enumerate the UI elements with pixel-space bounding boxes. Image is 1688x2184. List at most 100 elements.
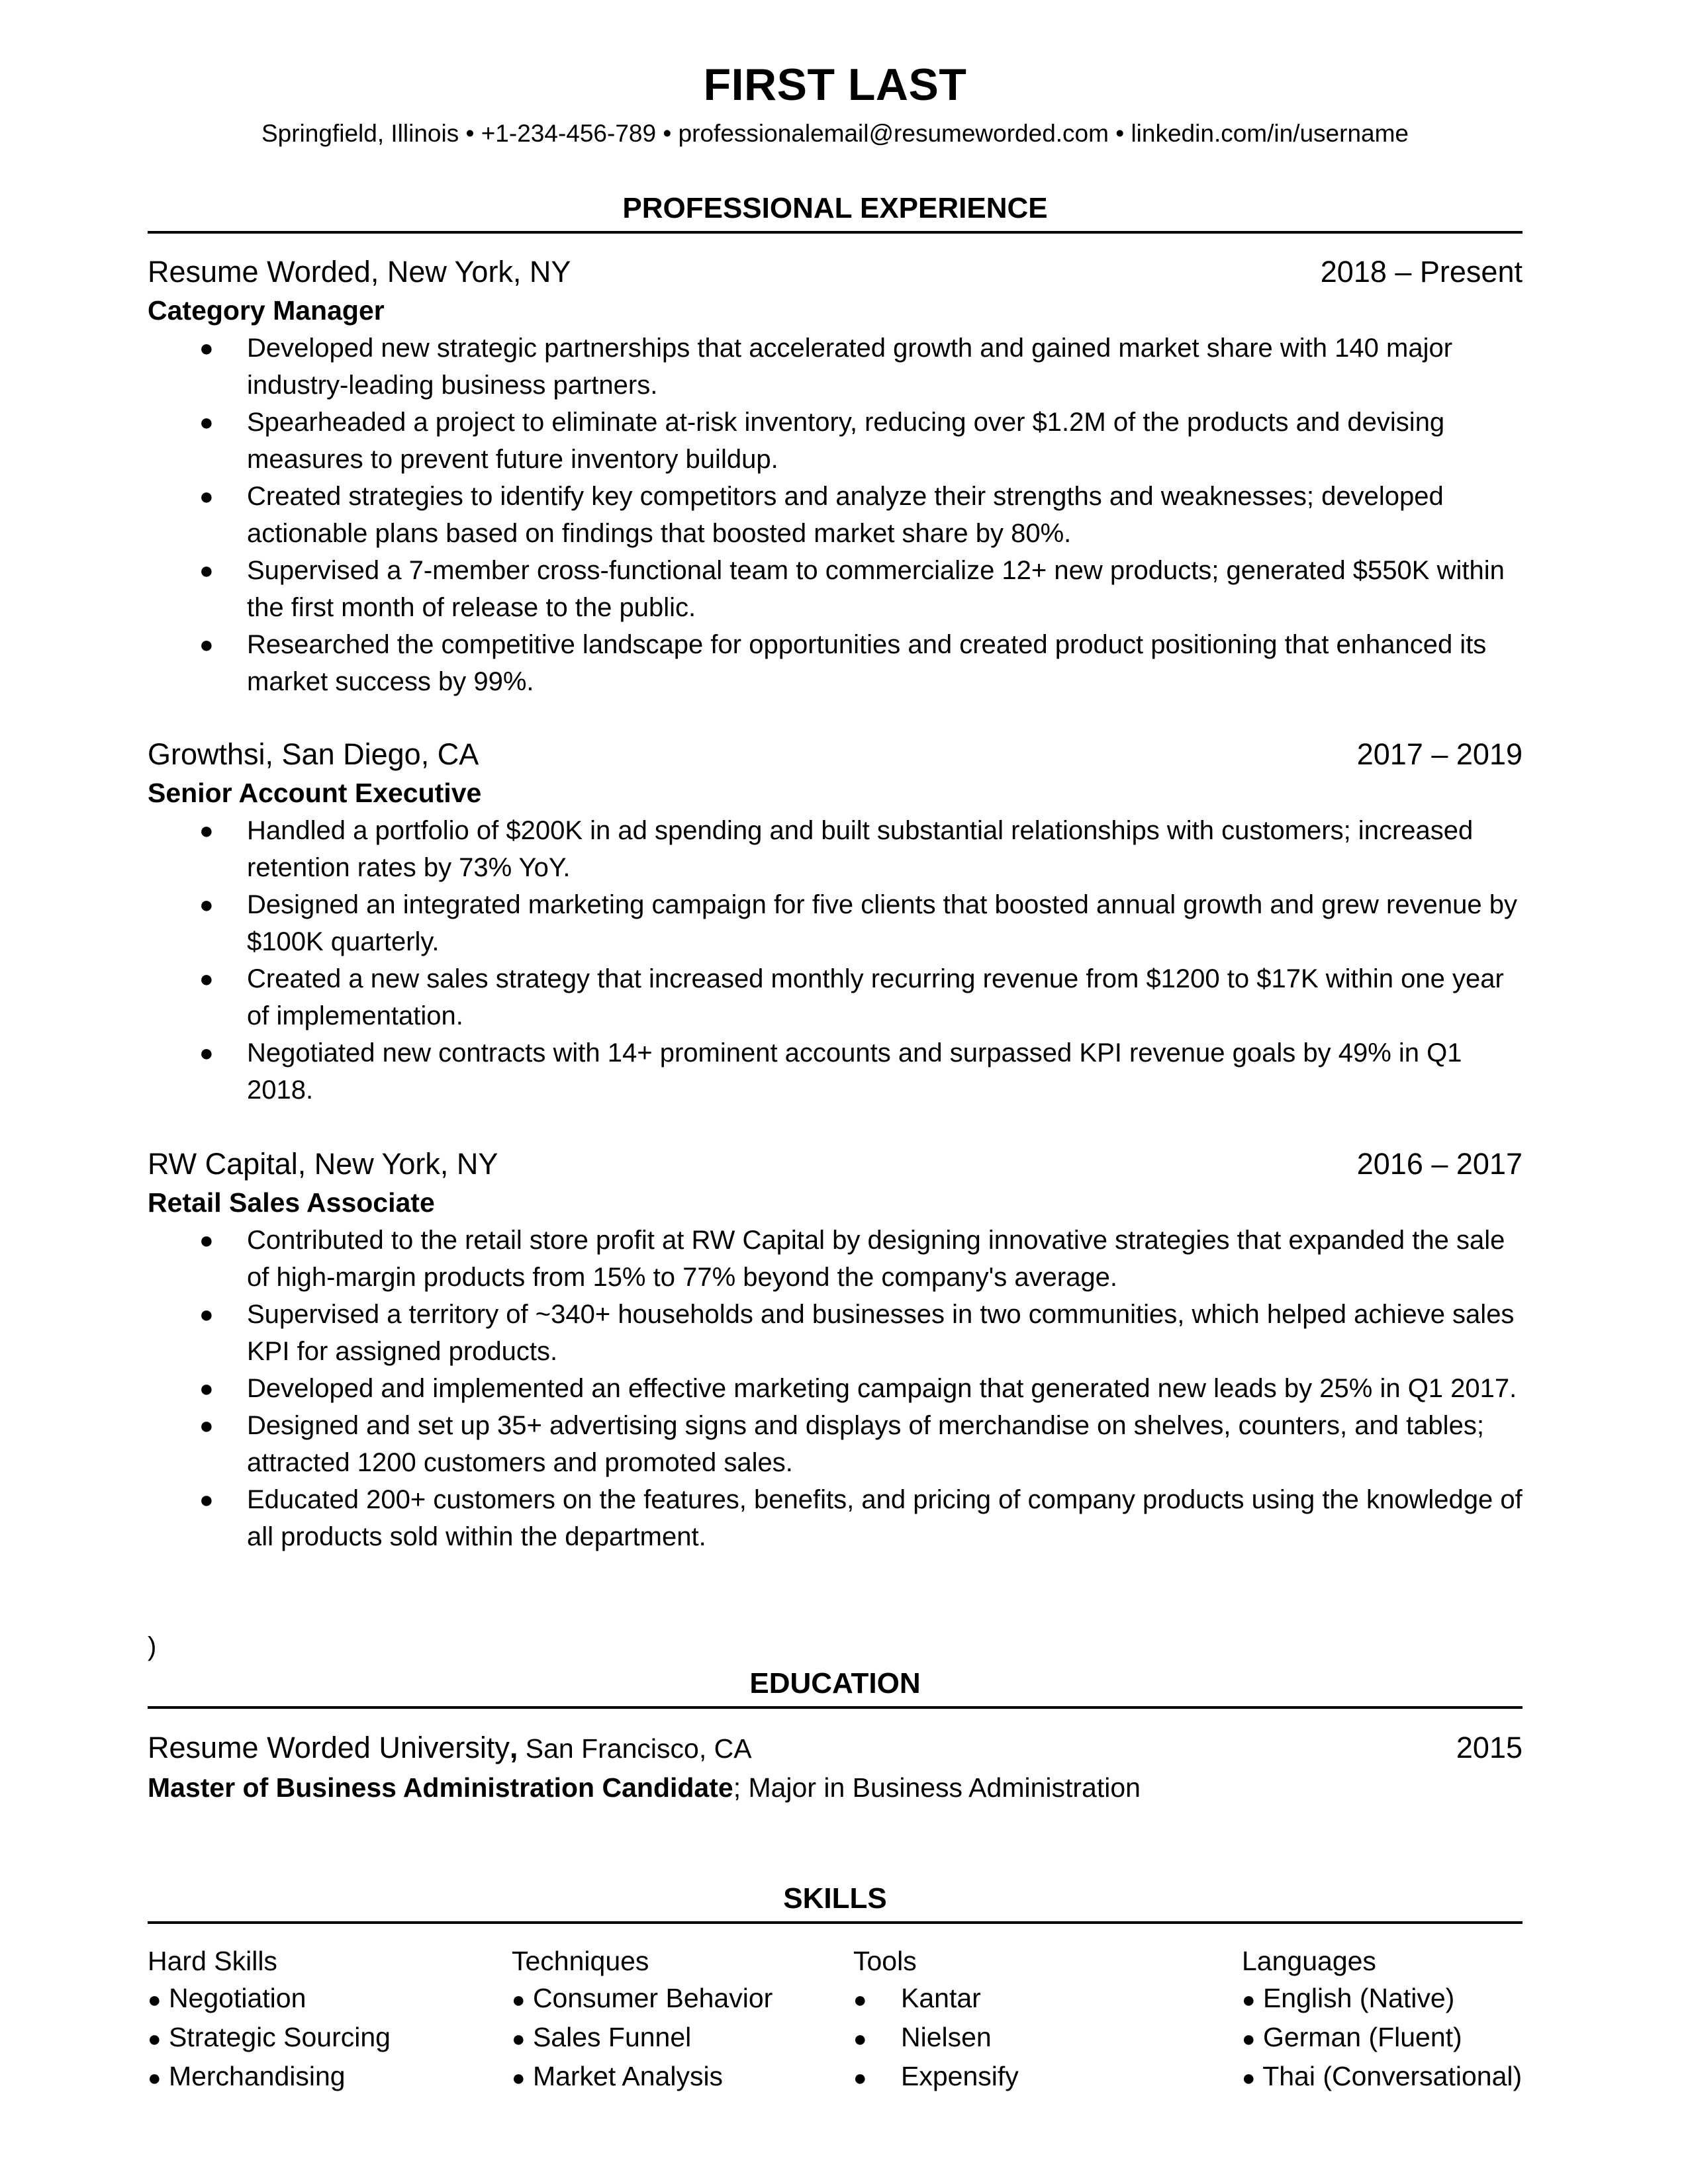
bullet-item: ● Created a new sales strategy that incre… <box>148 960 1523 1034</box>
skill-item: ● English (Native) <box>1242 1979 1522 2019</box>
section-title-experience: PROFESSIONAL EXPERIENCE <box>622 192 1048 224</box>
section-divider <box>148 231 1523 234</box>
skill-item: ● Negotiation <box>148 1979 391 2019</box>
skills-column-hard-skills: Hard Skills ● Negotiation ● Strategic So… <box>148 1942 391 2097</box>
bullet-icon: ● <box>512 2066 526 2091</box>
skills-column-tools: Tools ● Kantar ● Nielsen ● Expensify <box>853 1942 1019 2097</box>
section-title-education: EDUCATION <box>749 1667 921 1700</box>
bullet-item: ● Researched the competitive landscape fo… <box>148 626 1523 700</box>
skill-item: ● Kantar <box>853 1979 1019 2019</box>
section-divider <box>148 1706 1523 1709</box>
education-year: 2015 <box>1456 1731 1523 1764</box>
skill-item: ● Consumer Behavior <box>512 1979 773 2019</box>
bullet-text: Researched the competitive landscape for… <box>247 630 1487 696</box>
skill-text: Negotiation <box>168 1983 306 2013</box>
section-title-skills: SKILLS <box>783 1882 887 1915</box>
bullet-icon: ● <box>199 1039 214 1066</box>
job-header: RW Capital, New York, NY 2016 – 2017 <box>148 1146 1523 1183</box>
skill-text: Nielsen <box>901 2022 992 2052</box>
bullet-icon: ● <box>1242 1987 1256 2013</box>
bullet-icon: ● <box>199 482 214 510</box>
bullet-icon: ● <box>148 1987 162 2013</box>
bullet-icon: ● <box>148 2026 162 2052</box>
job-company: RW Capital, New York, NY <box>148 1147 498 1181</box>
skills-column-heading: Languages <box>1242 1946 1376 1976</box>
bullet-text: Created a new sales strategy that increa… <box>247 964 1504 1030</box>
bullet-text: Negotiated new contracts with 14+ promin… <box>247 1038 1462 1105</box>
bullet-item: ● Developed new strategic partnerships th… <box>148 330 1523 404</box>
bullet-icon: ● <box>148 2066 162 2091</box>
bullet-text: Supervised a 7-member cross-functional t… <box>247 556 1505 622</box>
bullet-icon: ● <box>199 817 214 844</box>
job-bullets: ● Developed new strategic partnerships th… <box>148 330 1523 700</box>
bullet-icon: ● <box>853 1987 867 2013</box>
section-divider <box>148 1921 1523 1924</box>
bullet-icon: ● <box>1242 2026 1256 2052</box>
bullet-icon: ● <box>512 2026 526 2052</box>
bullet-text: Handled a portfolio of $200K in ad spend… <box>247 816 1474 882</box>
bullet-item: ● Designed an integrated marketing campai… <box>148 886 1523 960</box>
skills-column-heading: Techniques <box>512 1946 649 1976</box>
bullet-text: Created strategies to identify key compe… <box>247 482 1444 548</box>
contact-line: Springfield, Illinois • +1-234-456-789 •… <box>261 120 1409 147</box>
bullet-text: Educated 200+ customers on the features,… <box>247 1485 1523 1551</box>
job-header: Resume Worded, New York, NY 2018 – Prese… <box>148 253 1523 291</box>
bullet-item: ● Designed and set up 35+ advertising sig… <box>148 1407 1523 1481</box>
job-company: Resume Worded, New York, NY <box>148 255 571 289</box>
bullet-text: Supervised a territory of ~340+ househol… <box>247 1300 1515 1366</box>
bullet-item: ● Supervised a 7-member cross-functional … <box>148 552 1523 626</box>
education-degree-line: Master of Business Administration Candid… <box>148 1770 1141 1805</box>
bullet-icon: ● <box>199 891 214 918</box>
bullet-icon: ● <box>1242 2066 1256 2091</box>
job-company: Growthsi, San Diego, CA <box>148 737 479 771</box>
skill-item: ● Sales Funnel <box>512 2019 773 2058</box>
job-role: Category Manager <box>148 295 385 326</box>
job-bullets: ● Handled a portfolio of $200K in ad spen… <box>148 812 1523 1109</box>
skill-text: English (Native) <box>1262 1983 1455 2013</box>
skills-column-languages: Languages ● English (Native) ● German (F… <box>1242 1942 1522 2097</box>
bullet-icon: ● <box>199 1226 214 1253</box>
skill-item: ● Nielsen <box>853 2019 1019 2058</box>
skill-item: ● Expensify <box>853 2058 1019 2097</box>
bullet-item: ● Contributed to the retail store profit … <box>148 1222 1523 1296</box>
job-role: Retail Sales Associate <box>148 1187 435 1218</box>
job-bullets: ● Contributed to the retail store profit … <box>148 1222 1523 1555</box>
skills-column-techniques: Techniques ● Consumer Behavior ● Sales F… <box>512 1942 773 2097</box>
skill-item: ● Strategic Sourcing <box>148 2019 391 2058</box>
bullet-item: ● Spearheaded a project to eliminate at-r… <box>148 404 1523 478</box>
skill-item: ● German (Fluent) <box>1242 2019 1522 2058</box>
skill-text: Market Analysis <box>532 2061 724 2091</box>
bullet-icon: ● <box>853 2066 867 2091</box>
bullet-icon: ● <box>853 2026 867 2052</box>
bullet-icon: ● <box>199 631 214 658</box>
job-dates: 2018 – Present <box>1320 255 1523 289</box>
stray-character: ) <box>148 1632 157 1661</box>
bullet-icon: ● <box>199 557 214 584</box>
skill-text: Strategic Sourcing <box>168 2022 391 2052</box>
skill-item: ● Market Analysis <box>512 2058 773 2097</box>
bullet-icon: ● <box>199 1300 214 1328</box>
skills-grid: Hard Skills ● Negotiation ● Strategic So… <box>148 1942 1523 2095</box>
skills-column-heading: Hard Skills <box>148 1946 277 1976</box>
bullet-icon: ● <box>199 408 214 435</box>
bullet-item: ● Educated 200+ customers on the features… <box>148 1481 1523 1555</box>
skill-text: German (Fluent) <box>1262 2022 1462 2052</box>
bullet-icon: ● <box>199 965 214 992</box>
skill-item: ● Merchandising <box>148 2058 391 2097</box>
bullet-item: ● Developed and implemented an effective … <box>148 1370 1523 1407</box>
skill-text: Kantar <box>901 1983 981 2013</box>
bullet-icon: ● <box>199 334 214 361</box>
job-role: Senior Account Executive <box>148 778 482 808</box>
skill-text: Merchandising <box>168 2061 346 2091</box>
bullet-icon: ● <box>199 1375 214 1402</box>
bullet-text: Designed an integrated marketing campaig… <box>247 890 1517 956</box>
skill-text: Sales Funnel <box>532 2022 692 2052</box>
school-location: San Francisco, CA <box>518 1733 752 1764</box>
bullet-icon: ● <box>512 1987 526 2013</box>
education-school-line: Resume Worded University, San Francisco,… <box>148 1729 752 1767</box>
skill-text: Consumer Behavior <box>532 1983 773 2013</box>
bullet-item: ● Negotiated new contracts with 14+ promi… <box>148 1034 1523 1109</box>
bullet-item: ● Supervised a territory of ~340+ househo… <box>148 1296 1523 1370</box>
skill-text: Expensify <box>901 2061 1019 2091</box>
bullet-item: ● Handled a portfolio of $200K in ad spen… <box>148 812 1523 886</box>
